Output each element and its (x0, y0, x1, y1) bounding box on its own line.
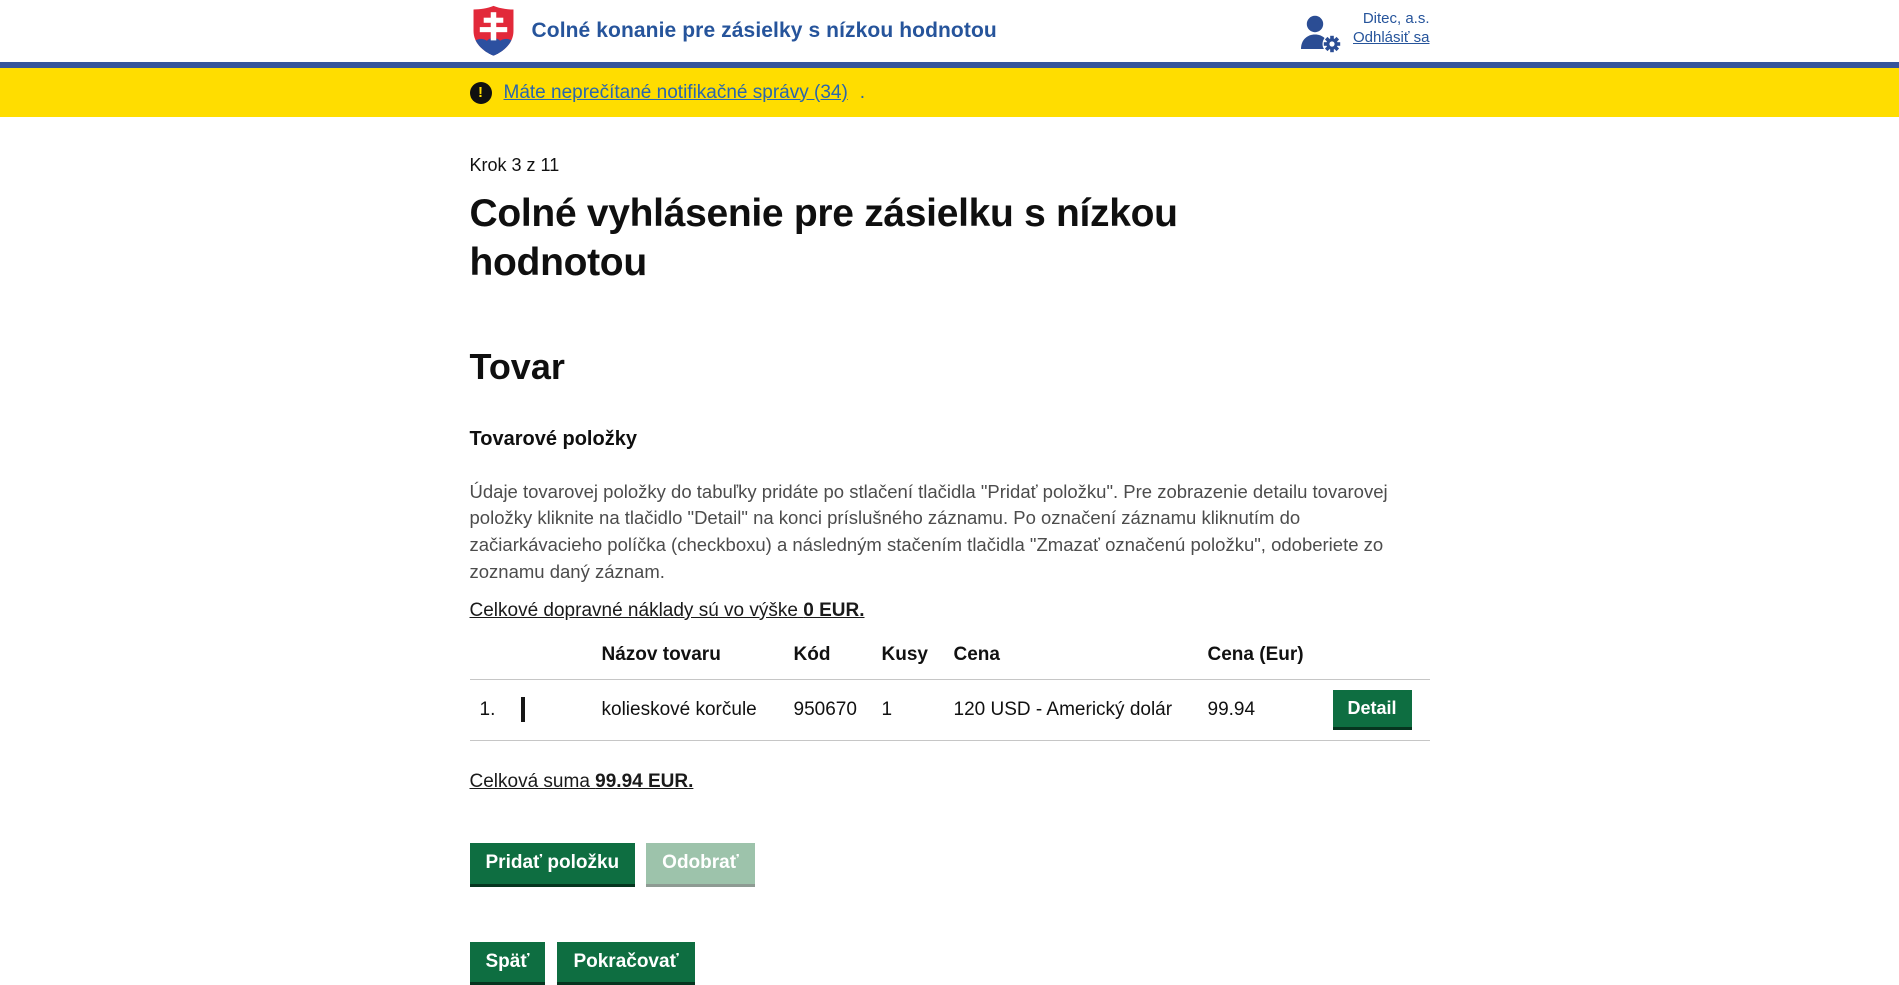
row-price: 120 USD - Americký dolár (954, 699, 1208, 721)
user-block: Ditec, a.s. Odhlásiť sa (1299, 8, 1430, 54)
add-item-button[interactable]: Pridať položku (470, 843, 636, 887)
user-name: Ditec, a.s. (1363, 10, 1430, 27)
column-header-price: Cena (954, 644, 1208, 666)
column-header-price-eur: Cena (Eur) (1208, 644, 1333, 666)
alert-icon (470, 82, 492, 104)
total-sum-label: Celková suma (470, 771, 590, 792)
goods-table-header: Názov tovaru Kód Kusy Cena Cena (Eur) (470, 644, 1430, 680)
row-code: 950670 (794, 699, 882, 721)
notification-suffix: . (860, 82, 865, 104)
subsection-title: Tovarové položky (470, 428, 1430, 451)
logout-link[interactable]: Odhlásiť sa (1353, 29, 1430, 46)
total-sum-value: 99.94 EUR. (595, 771, 693, 792)
row-name: kolieskové korčule (602, 699, 794, 721)
column-header-qty: Kusy (882, 644, 954, 666)
total-sum-line: Celková suma 99.94 EUR. (470, 771, 1430, 793)
detail-button[interactable]: Detail (1333, 690, 1412, 730)
wizard-navigation: Späť Pokračovať (470, 942, 1430, 985)
table-row: 1. kolieskové korčule 950670 1 120 USD -… (470, 680, 1430, 741)
row-price-eur: 99.94 (1208, 699, 1333, 721)
section-title: Tovar (470, 346, 1430, 388)
top-header: Colné konanie pre zásielky s nízkou hodn… (0, 0, 1899, 62)
goods-table: Názov tovaru Kód Kusy Cena Cena (Eur) 1.… (470, 644, 1430, 741)
shipping-cost-line: Celkové dopravné náklady sú vo výške 0 E… (470, 600, 1430, 622)
brand: Colné konanie pre zásielky s nízkou hodn… (470, 5, 997, 57)
page-title: Colné vyhlásenie pre zásielku s nízkou h… (470, 190, 1330, 288)
slovak-coat-of-arms-icon (470, 5, 517, 57)
row-index: 1. (470, 699, 521, 721)
shipping-cost-value: 0 EUR. (803, 600, 864, 621)
notification-link[interactable]: Máte neprečítané notifikačné správy (34) (504, 82, 848, 104)
row-checkbox[interactable] (521, 697, 525, 722)
continue-button[interactable]: Pokračovať (557, 942, 694, 985)
item-actions: Pridať položku Odobrať (470, 843, 1430, 887)
shipping-cost-label: Celkové dopravné náklady sú vo výške (470, 600, 798, 621)
items-description: Údaje tovarovej položky do tabuľky pridá… (470, 479, 1430, 586)
user-settings-icon (1299, 14, 1343, 54)
app-title: Colné konanie pre zásielky s nízkou hodn… (532, 19, 997, 43)
step-indicator: Krok 3 z 11 (470, 155, 1430, 176)
row-qty: 1 (882, 699, 954, 721)
notification-bar: Máte neprečítané notifikačné správy (34)… (0, 68, 1899, 117)
column-header-name: Názov tovaru (602, 644, 794, 666)
back-button[interactable]: Späť (470, 942, 546, 985)
main-content: Krok 3 z 11 Colné vyhlásenie pre zásielk… (470, 117, 1430, 985)
column-header-code: Kód (794, 644, 882, 666)
remove-item-button[interactable]: Odobrať (646, 843, 755, 887)
